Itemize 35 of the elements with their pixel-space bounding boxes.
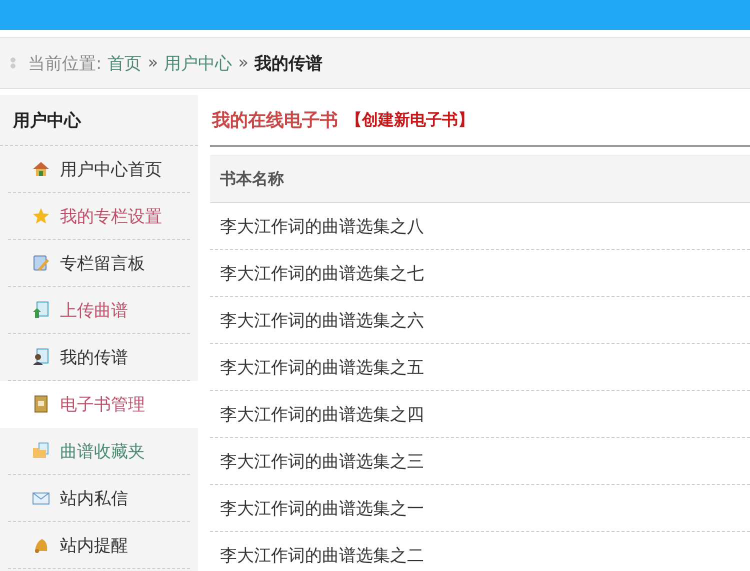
bell-icon [32,536,50,554]
breadcrumb-separator: » [148,53,158,73]
notepad-icon [32,254,50,272]
breadcrumb-link[interactable]: 首页 [108,52,142,74]
breadcrumb-label: 当前位置: [28,52,102,74]
section-title: 我的在线电子书 [212,109,338,132]
sidebar-item[interactable]: 电子书管理 [0,381,198,428]
dots-icon [10,56,16,70]
breadcrumb-link[interactable]: 用户中心 [164,52,232,74]
breadcrumb-current: 我的传谱 [254,52,323,74]
table-cell: 李大江作词的曲谱选集之八 [210,203,750,250]
sidebar-item[interactable]: 站内提醒 [8,522,190,569]
upload-icon [32,301,50,319]
sidebar-item[interactable]: 上传曲谱 [8,287,190,334]
sidebar-item[interactable]: 我的专栏设置 [8,193,190,240]
sidebar-item[interactable]: 站内私信 [8,475,190,522]
book-icon [32,395,50,413]
star-icon [32,207,50,225]
create-ebook-link[interactable]: 【创建新电子书】 [346,110,474,130]
table-cell: 李大江作词的曲谱选集之七 [210,250,750,297]
sidebar-item[interactable]: 用户中心首页 [8,146,190,193]
person-icon [32,348,50,366]
table-cell: 李大江作词的曲谱选集之二 [210,532,750,571]
breadcrumb-separator: » [238,53,249,73]
house-icon [32,160,50,178]
sidebar-title: 用户中心 [0,95,198,146]
column-header: 书本名称 [210,155,750,203]
table-cell: 李大江作词的曲谱选集之一 [210,485,750,532]
table-cell: 李大江作词的曲谱选集之六 [210,297,750,344]
table-cell: 李大江作词的曲谱选集之三 [210,438,750,485]
sidebar-item[interactable]: 专栏留言板 [8,240,190,287]
folder-icon [32,442,50,460]
table-cell: 李大江作词的曲谱选集之四 [210,391,750,438]
table-cell: 李大江作词的曲谱选集之五 [210,344,750,391]
sidebar-item[interactable]: 曲谱收藏夹 [8,428,190,475]
